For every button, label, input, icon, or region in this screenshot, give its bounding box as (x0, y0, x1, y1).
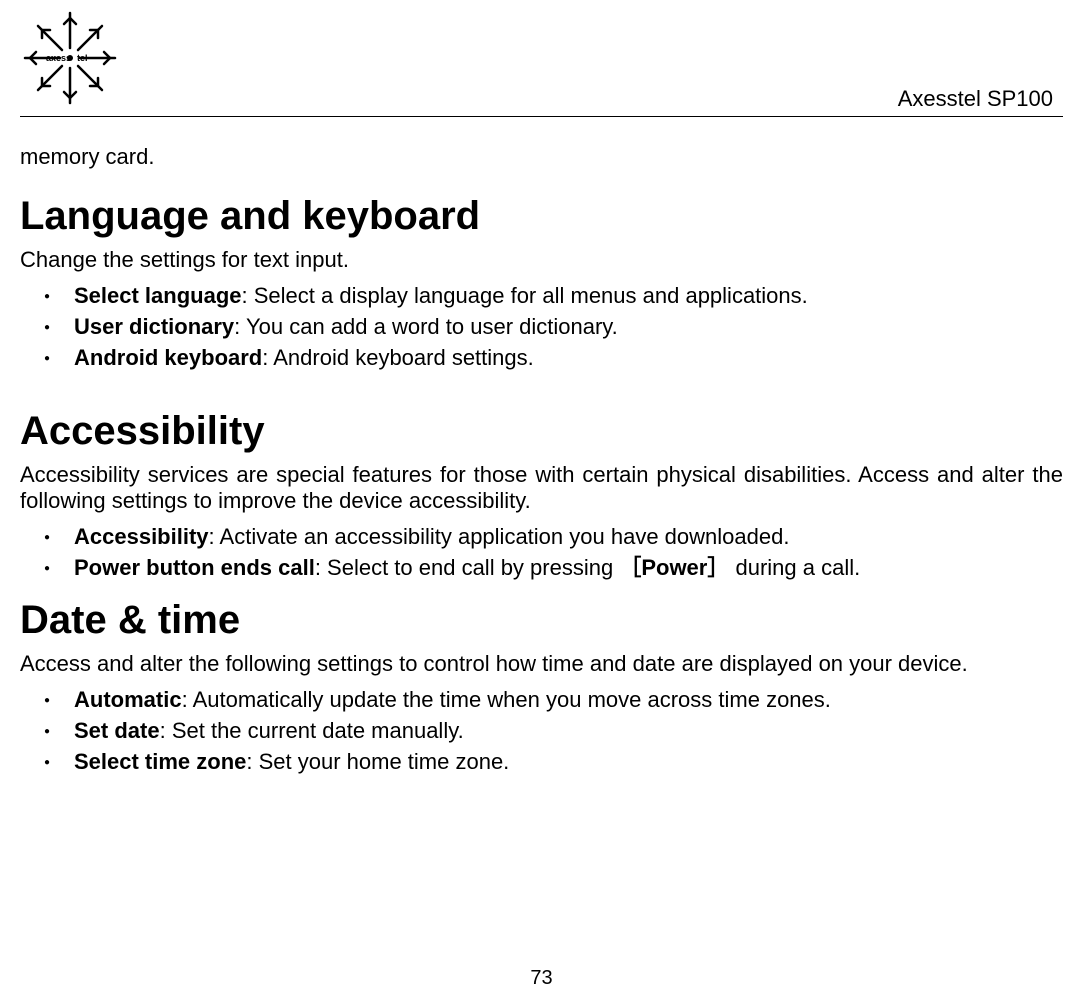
section-heading-accessibility: Accessibility (20, 409, 1063, 454)
section-desc-datetime: Access and alter the following settings … (20, 651, 1063, 677)
item-bold: Set date (74, 718, 160, 743)
section-datetime: Date & time Access and alter the followi… (20, 598, 1063, 777)
item-bold: Select language (74, 283, 242, 308)
item-bold: Select time zone (74, 749, 246, 774)
list-item: Select time zone: Set your home time zon… (44, 747, 1063, 778)
item-rest: : Android keyboard settings. (262, 345, 534, 370)
list-item: User dictionary: You can add a word to u… (44, 312, 1063, 343)
continuation-text: memory card. (20, 144, 1063, 170)
item-bold: Automatic (74, 687, 182, 712)
section-desc-language: Change the settings for text input. (20, 247, 1063, 273)
bracket-open: ［ (619, 555, 641, 580)
item-bold: Android keyboard (74, 345, 262, 370)
item-rest-post: during a call. (729, 555, 860, 580)
bracket-close: ］ (707, 555, 729, 580)
item-rest-pre: : Select to end call by pressing (315, 555, 620, 580)
datetime-list: Automatic: Automatically update the time… (20, 685, 1063, 777)
item-rest: : Set the current date manually. (160, 718, 464, 743)
axesstel-logo-icon: axess tel (20, 8, 120, 108)
language-list: Select language: Select a display langua… (20, 281, 1063, 373)
header-divider (20, 116, 1063, 117)
section-desc-accessibility: Accessibility services are special featu… (20, 462, 1063, 514)
list-item: Select language: Select a display langua… (44, 281, 1063, 312)
item-rest: : You can add a word to user dictionary. (234, 314, 618, 339)
product-name: Axesstel SP100 (898, 86, 1053, 112)
list-item: Accessibility: Activate an accessibility… (44, 522, 1063, 553)
page-header: axess tel Axesstel SP100 (0, 0, 1083, 112)
item-rest: : Set your home time zone. (246, 749, 509, 774)
page-number: 73 (530, 967, 552, 990)
page-content: memory card. Language and keyboard Chang… (0, 112, 1083, 777)
section-heading-language: Language and keyboard (20, 194, 1063, 239)
list-item: Automatic: Automatically update the time… (44, 685, 1063, 716)
list-item: Power button ends call: Select to end ca… (44, 553, 1063, 584)
item-bold: Accessibility (74, 524, 209, 549)
item-rest: : Automatically update the time when you… (182, 687, 831, 712)
item-rest: : Activate an accessibility application … (209, 524, 790, 549)
section-accessibility: Accessibility Accessibility services are… (20, 409, 1063, 584)
accessibility-list: Accessibility: Activate an accessibility… (20, 522, 1063, 584)
item-bold: User dictionary (74, 314, 234, 339)
key-key: Power (641, 555, 707, 580)
item-bold: Power button ends call (74, 555, 315, 580)
logo: axess tel (20, 8, 120, 108)
item-rest: : Select a display language for all menu… (242, 283, 808, 308)
logo-text-right: tel (77, 53, 88, 63)
section-heading-datetime: Date & time (20, 598, 1063, 643)
list-item: Set date: Set the current date manually. (44, 716, 1063, 747)
list-item: Android keyboard: Android keyboard setti… (44, 343, 1063, 374)
logo-text-left: axess (46, 53, 71, 63)
